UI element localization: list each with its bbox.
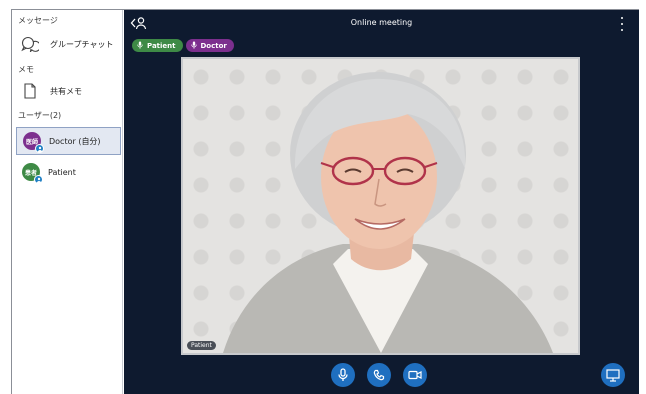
user-status-icon — [35, 144, 44, 153]
participant-name: Patient — [147, 41, 176, 50]
chat-icon — [20, 34, 40, 54]
sidebar-item-group-chat[interactable]: グループチャット — [16, 33, 119, 55]
participant-pill-doctor[interactable]: Doctor — [185, 39, 234, 52]
mic-icon — [190, 41, 197, 51]
meeting-area: Online meeting Patient Doctor Patient — [124, 10, 639, 394]
mic-icon[interactable] — [331, 363, 355, 387]
sidebar: メッセージ グループチャット メモ 共有メモ ユーザー(2) 医師 Doctor… — [12, 10, 123, 394]
participant-video-image — [223, 72, 553, 353]
phone-icon[interactable] — [367, 363, 391, 387]
participant-name: Doctor — [200, 41, 227, 50]
avatar: 医師 — [23, 132, 44, 153]
user-item-doctor[interactable]: 医師 Doctor (自分) — [16, 127, 121, 155]
call-controls — [331, 363, 427, 387]
sidebar-item-label: 共有メモ — [50, 86, 82, 96]
page-title: Online meeting — [350, 18, 413, 27]
user-status-icon — [34, 175, 43, 184]
section-label-messages: メッセージ — [18, 16, 58, 25]
sidebar-item-label: グループチャット — [50, 39, 114, 49]
top-bar: Online meeting — [124, 10, 639, 36]
sidebar-item-shared-memo[interactable]: 共有メモ — [16, 80, 119, 102]
app-window: メッセージ グループチャット メモ 共有メモ ユーザー(2) 医師 Doctor… — [11, 9, 639, 394]
document-icon — [20, 81, 40, 101]
video-feed: Patient — [181, 57, 580, 355]
user-name: Doctor (自分) — [49, 136, 101, 146]
participant-pills: Patient Doctor — [132, 39, 234, 52]
more-vertical-icon[interactable] — [619, 17, 625, 31]
user-item-patient[interactable]: 患者 Patient — [16, 158, 121, 186]
section-label-users: ユーザー(2) — [18, 111, 62, 120]
participant-pill-patient[interactable]: Patient — [132, 39, 183, 52]
camera-icon[interactable] — [403, 363, 427, 387]
video-participant-label: Patient — [187, 341, 216, 350]
user-name: Patient — [48, 167, 76, 177]
avatar: 患者 — [22, 163, 43, 184]
section-label-memo: メモ — [18, 65, 34, 74]
screen-share-icon[interactable] — [601, 363, 625, 387]
mic-icon — [137, 41, 143, 51]
